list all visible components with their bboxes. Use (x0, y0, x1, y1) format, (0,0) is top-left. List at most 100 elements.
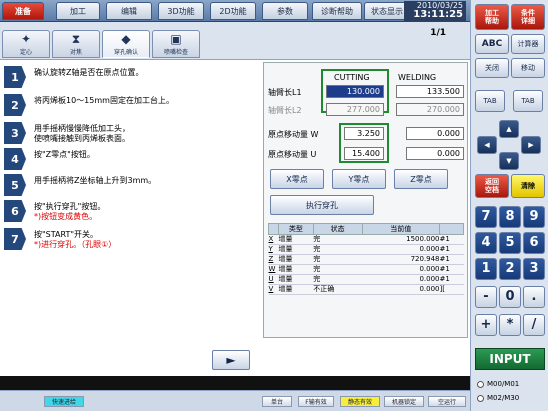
rapid-feed-button[interactable]: 快速进给 (44, 396, 84, 407)
key-divide[interactable]: / (523, 314, 545, 336)
table-row[interactable]: V 增量 不正确 0.000 ][ (268, 284, 464, 295)
key-minus[interactable]: - (475, 286, 497, 308)
arrow-right-icon[interactable]: ▶ (521, 136, 541, 154)
tab-parameters[interactable]: 参数 (262, 2, 308, 20)
arrow-left-icon[interactable]: ◀ (477, 136, 497, 154)
machine-lock-button[interactable]: 机器锁定 (384, 396, 424, 407)
key-2[interactable]: 2 (499, 258, 521, 280)
f-input-enable-button[interactable]: F输有效 (298, 396, 334, 407)
input-button[interactable]: INPUT (475, 348, 545, 370)
key-0[interactable]: 0 (499, 286, 521, 308)
step-number: 4 (4, 148, 26, 170)
origin-offset-w-cutting[interactable]: 3.250 (344, 127, 384, 140)
close-button[interactable]: 关闭 (475, 58, 509, 78)
table-row[interactable]: Y 增量 完 0.000 #1 (268, 244, 464, 255)
axis-value: 720.948 (362, 254, 440, 265)
execute-pierce-button[interactable]: 执行穿孔 (270, 195, 374, 215)
step-text: 确认旋转Z轴是否在原点位置。 (34, 68, 144, 77)
m00-m01-option[interactable]: M00/M01 (477, 380, 547, 388)
focus-icon: ⧗ (71, 32, 81, 46)
axis-state: 不正确 (313, 284, 363, 295)
axis-state: 完 (313, 244, 363, 255)
tab-prepare[interactable]: 准备 (2, 2, 44, 20)
y-zero-button[interactable]: Y零点 (332, 169, 386, 189)
play-icon[interactable]: ► (212, 350, 250, 370)
origin-offset-u-cutting[interactable]: 15.400 (344, 147, 384, 160)
dry-run-button[interactable]: 空运行 (428, 396, 466, 407)
move-button[interactable]: 移动 (511, 58, 545, 78)
sub-tab-bar: ✦ 定心 ⧗ 对焦 ◆ 穿孔确认 ▣ 喷嘴检查 1/1 (0, 22, 470, 60)
nozzle-icon: ▣ (170, 32, 182, 46)
abc-button[interactable]: ABC (475, 34, 509, 54)
axis-name: V (268, 284, 279, 295)
datetime-display: 2010/03/25 13:11:25 (404, 1, 466, 21)
step-text: 用手摇柄将Z坐标轴上升到3mm。 (34, 176, 157, 185)
z-zero-button[interactable]: Z零点 (394, 169, 448, 189)
key-7[interactable]: 7 (475, 206, 497, 228)
table-row[interactable]: U 增量 完 0.000 #1 (268, 274, 464, 285)
subtab-focus[interactable]: ⧗ 对焦 (52, 30, 100, 58)
arrow-up-icon[interactable]: ▲ (499, 120, 519, 138)
table-row[interactable]: X 增量 完 1500.000 #1 (268, 234, 464, 245)
arm-length-l1-welding[interactable]: 133.500 (396, 85, 464, 98)
axis-suffix: #1 (439, 274, 464, 285)
key-dot[interactable]: . (523, 286, 545, 308)
arm-length-l1-cutting[interactable]: 130.000 (326, 85, 384, 98)
tab-machining[interactable]: 加工 (56, 2, 100, 20)
tab-2d-function[interactable]: 2D功能 (210, 2, 256, 20)
calculator-button[interactable]: 计算器 (511, 34, 545, 54)
radio-icon (477, 380, 484, 388)
subtab-pierce-check[interactable]: ◆ 穿孔确认 (102, 30, 150, 58)
step-note: *)按钮变成黄色。 (34, 212, 98, 221)
arrow-down-icon[interactable]: ▼ (499, 152, 519, 170)
x-zero-button[interactable]: X零点 (270, 169, 324, 189)
single-block-button[interactable]: 单台 (262, 396, 292, 407)
key-multiply[interactable]: * (499, 314, 521, 336)
step-number: 5 (4, 174, 26, 196)
return-space-button[interactable]: 返回 空档 (475, 174, 509, 198)
axis-type: 增量 (278, 284, 314, 295)
axis-value: 1500.000 (362, 234, 440, 245)
origin-offset-w-welding[interactable]: 0.000 (406, 127, 464, 140)
arm-length-l2-welding[interactable]: 270.000 (396, 103, 464, 116)
axis-state: 完 (313, 234, 363, 245)
tab-3d-function[interactable]: 3D功能 (158, 2, 204, 20)
m02-m30-label: M02/M30 (487, 394, 520, 402)
pierce-icon: ◆ (121, 32, 131, 46)
key-8[interactable]: 8 (499, 206, 521, 228)
clear-button[interactable]: 清除 (511, 174, 545, 198)
m02-m30-option[interactable]: M02/M30 (477, 394, 547, 402)
condition-detail-label: 条件 详细 (521, 9, 535, 25)
tab-left-button[interactable]: TAB (475, 90, 505, 112)
origin-offset-u-welding[interactable]: 0.000 (406, 147, 464, 160)
key-9[interactable]: 9 (523, 206, 545, 228)
axis-name: Z (268, 254, 279, 265)
key-1[interactable]: 1 (475, 258, 497, 280)
instruction-steps: 1 确认旋转Z轴是否在原点位置。 2 将丙烯板10～15mm固定在加工台上。 3… (0, 60, 262, 338)
tab-right-button[interactable]: TAB (513, 90, 543, 112)
table-row[interactable]: Z 增量 完 720.948 #1 (268, 254, 464, 265)
machining-help-button[interactable]: 加工 帮助 (475, 4, 509, 30)
tab-diagnostics-help[interactable]: 诊断帮助 (312, 2, 362, 20)
welding-column-header: WELDING (398, 73, 437, 82)
arm-length-l2-cutting[interactable]: 277.000 (326, 103, 384, 116)
subtab-label: 对焦 (69, 49, 82, 56)
key-6[interactable]: 6 (523, 232, 545, 254)
step-text: 按"START"开关。 (34, 230, 99, 239)
step-number: 3 (4, 122, 26, 144)
table-row[interactable]: W 增量 完 0.000 #1 (268, 264, 464, 275)
col-header-current: 当前值 (361, 223, 441, 235)
subtab-nozzle-check[interactable]: ▣ 喷嘴检查 (152, 30, 200, 58)
subtab-centering[interactable]: ✦ 定心 (2, 30, 50, 58)
condition-detail-button[interactable]: 条件 详细 (511, 4, 545, 30)
key-panel: 加工 帮助 条件 详细 ABC 计算器 关闭 移动 TAB TAB ▲ ◀ ▶ … (470, 0, 548, 411)
static-enable-button[interactable]: 静态有效 (340, 396, 380, 407)
key-3[interactable]: 3 (523, 258, 545, 280)
key-plus[interactable]: + (475, 314, 497, 336)
tab-edit[interactable]: 编辑 (106, 2, 152, 20)
key-5[interactable]: 5 (499, 232, 521, 254)
key-4[interactable]: 4 (475, 232, 497, 254)
axis-state: 完 (313, 274, 363, 285)
axis-value: 0.000 (362, 264, 440, 275)
axis-type: 增量 (278, 274, 314, 285)
